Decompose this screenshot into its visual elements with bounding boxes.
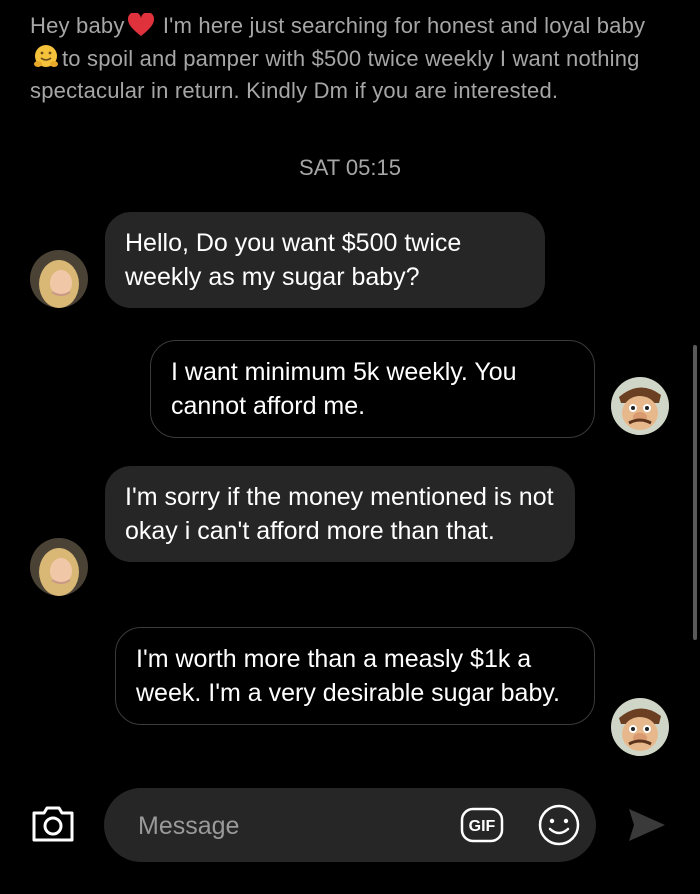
user-avatar[interactable] — [611, 377, 669, 435]
outgoing-message-bubble[interactable]: I'm worth more than a measly $1k a week.… — [115, 627, 595, 725]
user-avatar[interactable] — [611, 698, 669, 756]
message-text-part: I'm here just searching for honest and l… — [156, 13, 646, 38]
outgoing-message-bubble[interactable]: I want minimum 5k weekly. You cannot aff… — [150, 340, 595, 438]
message-text-part: Hey baby — [30, 13, 125, 38]
send-icon[interactable] — [626, 806, 668, 849]
message-input[interactable] — [136, 807, 440, 845]
message-composer[interactable]: GIF — [104, 788, 596, 862]
incoming-message-bubble[interactable]: Hello, Do you want $500 twice weekly as … — [105, 212, 545, 308]
camera-icon[interactable] — [30, 804, 76, 849]
smiley-icon[interactable] — [537, 803, 581, 852]
incoming-message-bubble[interactable]: I'm sorry if the money mentioned is not … — [105, 466, 575, 562]
previous-message-text: Hey baby I'm here just searching for hon… — [30, 12, 670, 105]
hugging-face-icon — [32, 44, 60, 77]
gif-label: GIF — [469, 818, 496, 835]
contact-avatar[interactable] — [30, 538, 88, 596]
gif-icon[interactable]: GIF — [460, 807, 504, 848]
timestamp: SAT 05:15 — [299, 155, 401, 180]
scrollbar[interactable] — [693, 345, 697, 640]
red-heart-icon — [127, 12, 155, 44]
contact-avatar[interactable] — [30, 250, 88, 308]
message-text-part: to spoil and pamper with $500 twice week… — [30, 46, 640, 103]
